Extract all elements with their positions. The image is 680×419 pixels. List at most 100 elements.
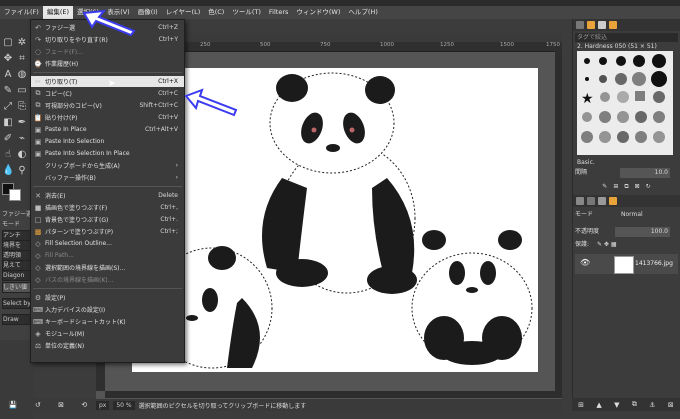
save-options-icon[interactable]: 💾	[9, 401, 18, 409]
edit-menu-item: ◇ パスの境界線を描画(K)...	[31, 274, 184, 285]
threshold-slider[interactable]: しきい値	[2, 282, 33, 293]
fonts-tab[interactable]	[598, 21, 606, 29]
edit-menu-item[interactable]: ▣ Paste In Place Ctrl+Alt+V	[31, 124, 184, 135]
fuzzy-select-tool-icon[interactable]: ✲	[16, 37, 28, 49]
anchor-layer-icon[interactable]: ⚓	[649, 401, 655, 409]
mouse-cursor-icon: ➤	[108, 79, 116, 89]
edit-menu-item[interactable]: ▣ Paste Into Selection	[31, 136, 184, 147]
crop-tool-icon[interactable]: ⌗	[16, 53, 28, 65]
diagonal-checkbox[interactable]: Diagon	[2, 270, 33, 281]
edit-menu-item[interactable]: ⚙ 設定(P)	[31, 292, 184, 303]
channels-tab[interactable]	[587, 197, 595, 205]
brush-tag-filter[interactable]: タグで絞込	[575, 33, 678, 42]
vertical-scrollbar[interactable]	[555, 51, 562, 391]
menu-0[interactable]: ファイル(F)	[0, 6, 43, 19]
horizontal-scrollbar[interactable]	[105, 391, 562, 398]
menu-9[interactable]: ウィンドウ(W)	[292, 6, 344, 19]
edit-menu-item[interactable]: ⧉ 可視部分のコピー(V) Shift+Ctrl+C	[31, 100, 184, 111]
eraser-tool-icon[interactable]: ▭	[16, 85, 28, 97]
zoom-select[interactable]: 50 %	[113, 400, 135, 410]
edit-menu-item[interactable]: クリップボードから生成(A) ›	[31, 160, 184, 171]
layers-tab[interactable]	[576, 197, 584, 205]
select-by-dropdown[interactable]: Select by	[2, 298, 33, 309]
layer-name[interactable]: 1413766.jpg	[635, 254, 673, 274]
menu-7[interactable]: ツール(T)	[228, 6, 265, 19]
brush-preset-select[interactable]: Basic.	[577, 158, 673, 167]
undo-tab[interactable]	[609, 197, 617, 205]
edit-menu-item[interactable]: □ 背景色で塗りつぶす(G) Ctrl+.	[31, 214, 184, 225]
background-color-swatch[interactable]	[9, 189, 21, 201]
lock-alpha-icon[interactable]: ▦	[611, 241, 617, 248]
edit-brush-icon[interactable]: ✎	[602, 182, 607, 192]
edit-menu-item[interactable]: ▣ Paste Into Selection In Place	[31, 148, 184, 159]
menu-1[interactable]: 編集(E)	[42, 6, 73, 19]
edit-menu-item[interactable]: ⌨ キーボードショートカット(K)	[31, 316, 184, 327]
visibility-eye-icon[interactable]: 👁	[580, 258, 590, 267]
delete-icon[interactable]: ⊠	[58, 401, 64, 409]
menu-10[interactable]: ヘルプ(H)	[344, 6, 381, 19]
edit-menu-item[interactable]: ◇ 選択範囲の境界線を描画(S)...	[31, 262, 184, 273]
edit-menu-item[interactable]: ▩ パターンで塗りつぶす(P) Ctrl+;	[31, 226, 184, 237]
menu-4[interactable]: 画像(I)	[134, 6, 162, 19]
lock-pixels-icon[interactable]: ✎	[597, 241, 602, 248]
transform-tool-icon[interactable]: ⤢	[2, 101, 14, 113]
ink-tool-icon[interactable]: 💧	[2, 165, 14, 177]
brushes-tab[interactable]	[576, 21, 584, 29]
patterns-tab[interactable]	[587, 21, 595, 29]
airbrush-tool-icon[interactable]: ✐	[2, 133, 14, 145]
opacity-label: 不透明度	[575, 228, 600, 235]
text-tool-icon[interactable]: A	[2, 69, 14, 81]
restore-icon[interactable]: ↺	[35, 401, 41, 409]
edit-menu-item[interactable]: ■ 描画色で塗りつぶす(F) Ctrl+,	[31, 202, 184, 213]
edit-menu-item[interactable]: ⚖ 単位の定義(N)	[31, 340, 184, 351]
bucket-tool-icon[interactable]: ◍	[16, 69, 28, 81]
duplicate-brush-icon[interactable]: ⧉	[624, 182, 628, 192]
edit-menu-item[interactable]: ⌚ 作業履歴(H)	[31, 58, 184, 69]
path-tool-icon[interactable]: ✒	[16, 117, 28, 129]
submenu-arrow-icon: ›	[175, 174, 178, 181]
brush-thumbnails: ★	[581, 54, 667, 143]
new-layer-icon[interactable]: ⊞	[578, 401, 584, 409]
move-tool-icon[interactable]: ✥	[2, 53, 14, 65]
menu-item-label: 設定(P)	[45, 295, 66, 302]
color-picker-tool-icon[interactable]: ⌁	[16, 133, 28, 145]
lower-layer-icon[interactable]: ▼	[614, 401, 619, 409]
edit-menu-item[interactable]: ✕ 消去(E) Delete	[31, 190, 184, 201]
document-history-tab[interactable]	[609, 21, 617, 29]
mode-select[interactable]: Normal	[621, 210, 661, 220]
menu-8[interactable]: Filters	[265, 6, 292, 19]
layer-thumbnail	[614, 256, 634, 274]
menu-item-shortcut: Ctrl+Y	[158, 36, 178, 43]
menu-item-label: モジュール(M)	[45, 331, 85, 338]
paint-tool-icon[interactable]: ✎	[2, 85, 14, 97]
duplicate-layer-icon[interactable]: ⧉	[632, 400, 637, 409]
spacing-slider[interactable]: 10.0	[620, 168, 670, 178]
paths-tab[interactable]	[598, 197, 606, 205]
delete-layer-icon[interactable]: ⊠	[668, 401, 674, 409]
unit-select[interactable]: px	[96, 400, 110, 410]
reset-icon[interactable]: ⟲	[81, 401, 87, 409]
edit-menu-item[interactable]: ⌨ 入力デバイスの設定(I)	[31, 304, 184, 315]
brush-grid[interactable]: ★	[577, 51, 673, 155]
edit-menu-item[interactable]: ⧉ コピー(C) Ctrl+C	[31, 88, 184, 99]
opacity-slider[interactable]: 100.0	[615, 227, 670, 237]
smudge-tool-icon[interactable]: ☝	[2, 149, 14, 161]
edit-menu-item[interactable]: 📋 貼り付け(P) Ctrl+V	[31, 112, 184, 123]
edit-menu-item[interactable]: ◇ Fill Selection Outline...	[31, 238, 184, 249]
edit-menu-item[interactable]: バッファー操作(B) ›	[31, 172, 184, 183]
menu-5[interactable]: レイヤー(L)	[162, 6, 205, 19]
draw-mask-checkbox[interactable]: Draw	[2, 314, 33, 325]
menu-item-label: 描画色で塗りつぶす(F)	[45, 205, 108, 212]
new-brush-icon[interactable]: ⊞	[613, 182, 618, 192]
dodge-tool-icon[interactable]: ◐	[16, 149, 28, 161]
gradient-tool-icon[interactable]: ◧	[2, 117, 14, 129]
raise-layer-icon[interactable]: ▲	[596, 401, 601, 409]
menu-6[interactable]: 色(C)	[204, 6, 228, 19]
zoom-tool-icon[interactable]: ⚲	[16, 165, 28, 177]
rect-select-tool-icon[interactable]: ▢	[2, 37, 14, 49]
refresh-brushes-icon[interactable]: ↻	[646, 182, 651, 192]
lock-position-icon[interactable]: ✥	[604, 241, 609, 248]
clone-tool-icon[interactable]: ⎘	[16, 101, 28, 113]
edit-menu-item[interactable]: ◈ モジュール(M)	[31, 328, 184, 339]
delete-brush-icon[interactable]: ⊠	[635, 182, 640, 192]
